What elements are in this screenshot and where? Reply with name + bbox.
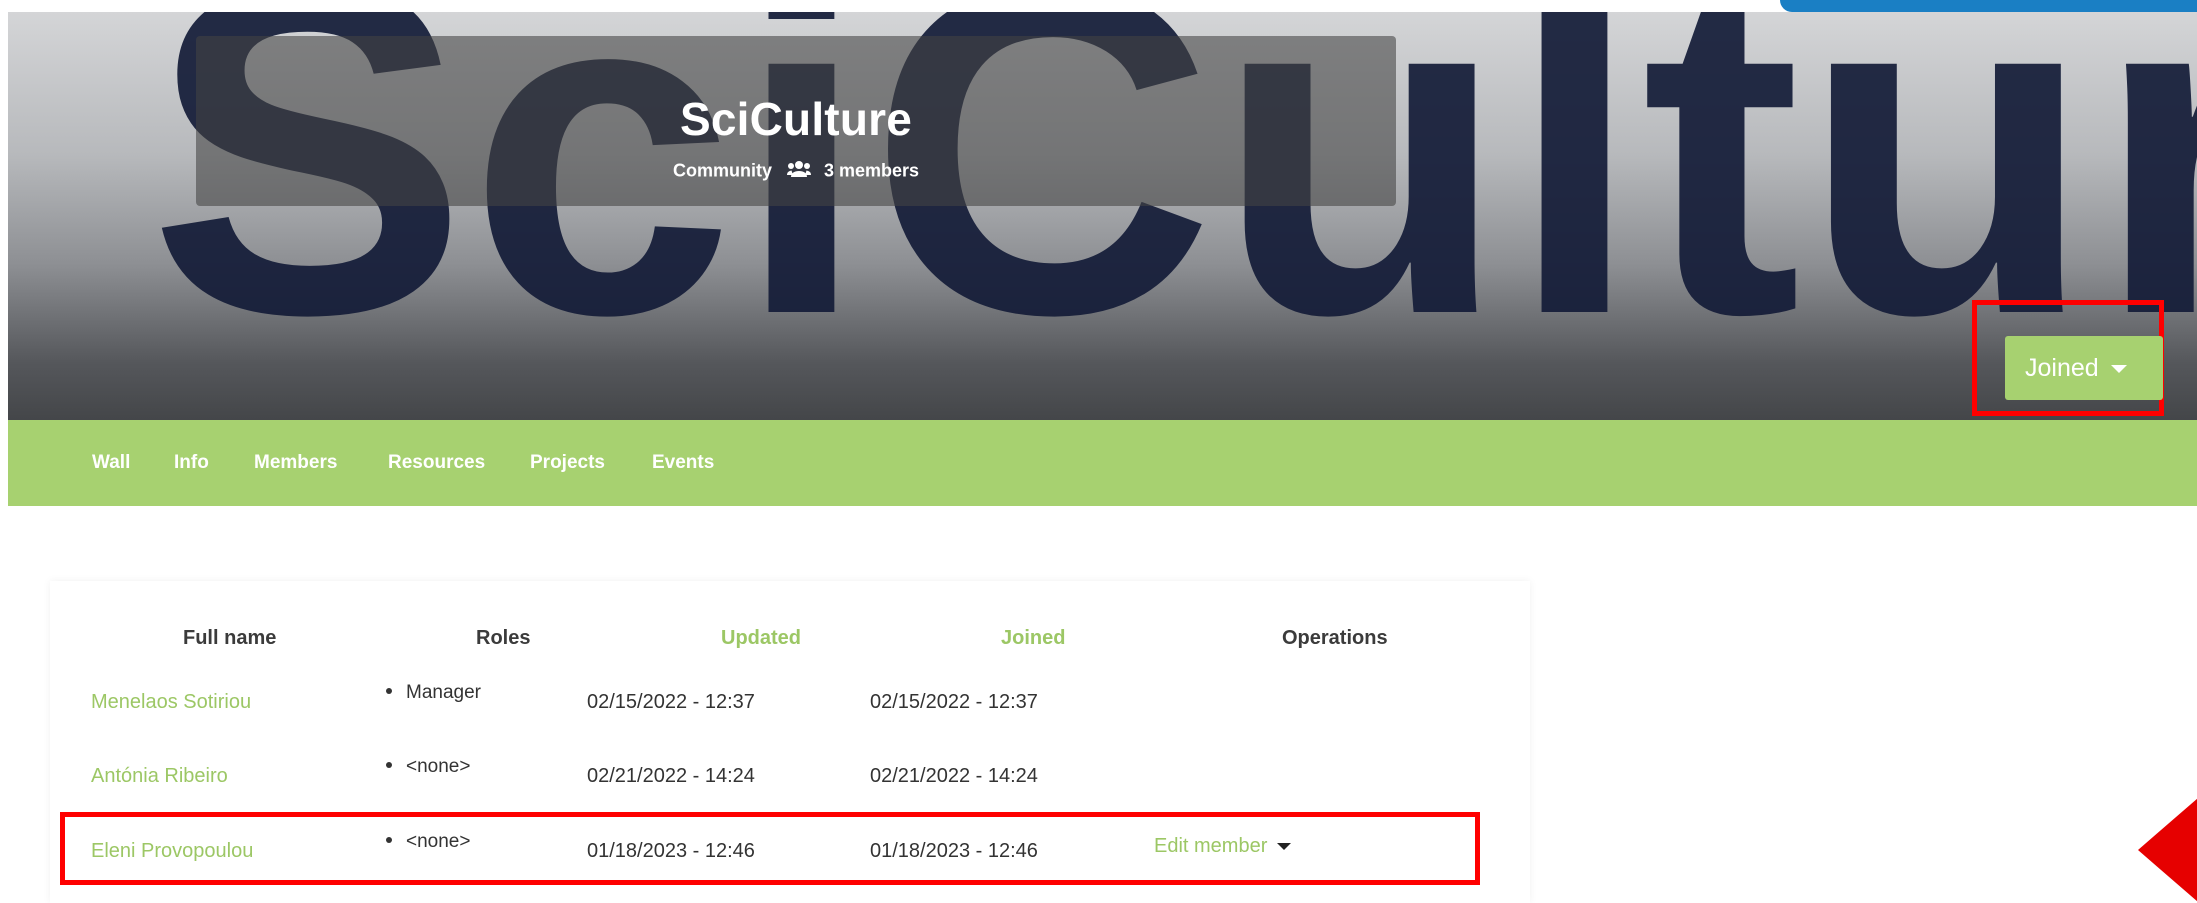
corner-decoration [1780, 0, 2197, 12]
joined-button-label: Joined [2025, 354, 2099, 382]
member-role: <none> [386, 756, 470, 778]
tab-resources[interactable]: Resources [388, 452, 485, 474]
member-role-label: Manager [406, 682, 481, 703]
tab-info[interactable]: Info [174, 452, 209, 474]
member-name-link[interactable]: Menelaos Sotiriou [91, 691, 251, 714]
bullet-icon [386, 687, 392, 694]
member-updated: 02/21/2022 - 14:24 [587, 765, 755, 787]
arrow-left-icon [2138, 798, 2197, 902]
tab-wall[interactable]: Wall [92, 452, 130, 474]
page: SciCulture SciCulture Community 3 member… [0, 0, 2197, 903]
tab-members[interactable]: Members [254, 452, 337, 474]
column-header-full-name[interactable]: Full name [183, 627, 276, 650]
row-highlight [60, 812, 1480, 885]
column-header-roles: Roles [476, 627, 531, 649]
users-icon [786, 160, 811, 183]
community-type: Community [672, 160, 772, 181]
page-title: SciCulture [679, 93, 913, 145]
member-name-link[interactable]: Antónia Ribeiro [91, 765, 228, 788]
column-header-updated[interactable]: Updated [721, 627, 801, 650]
community-meta: Community 3 members [196, 160, 1396, 183]
community-tabs: Wall Info Members Resources Projects Eve… [8, 420, 2197, 506]
caret-down-icon [2110, 365, 2127, 374]
joined-dropdown-button[interactable]: Joined [2005, 336, 2163, 400]
tab-projects[interactable]: Projects [530, 452, 605, 474]
member-joined: 02/15/2022 - 12:37 [870, 691, 1038, 713]
column-header-joined[interactable]: Joined [1001, 627, 1065, 650]
member-updated: 02/15/2022 - 12:37 [587, 691, 755, 713]
bullet-icon [386, 761, 392, 768]
member-joined: 02/21/2022 - 14:24 [870, 765, 1038, 787]
tab-events[interactable]: Events [652, 452, 714, 474]
member-count: 3 members [823, 160, 920, 181]
community-banner: SciCulture SciCulture Community 3 member… [8, 12, 2197, 420]
title-panel: SciCulture Community 3 members [196, 36, 1396, 206]
column-header-operations: Operations [1282, 627, 1388, 649]
member-role: Manager [386, 682, 481, 704]
member-role-label: <none> [406, 756, 471, 777]
